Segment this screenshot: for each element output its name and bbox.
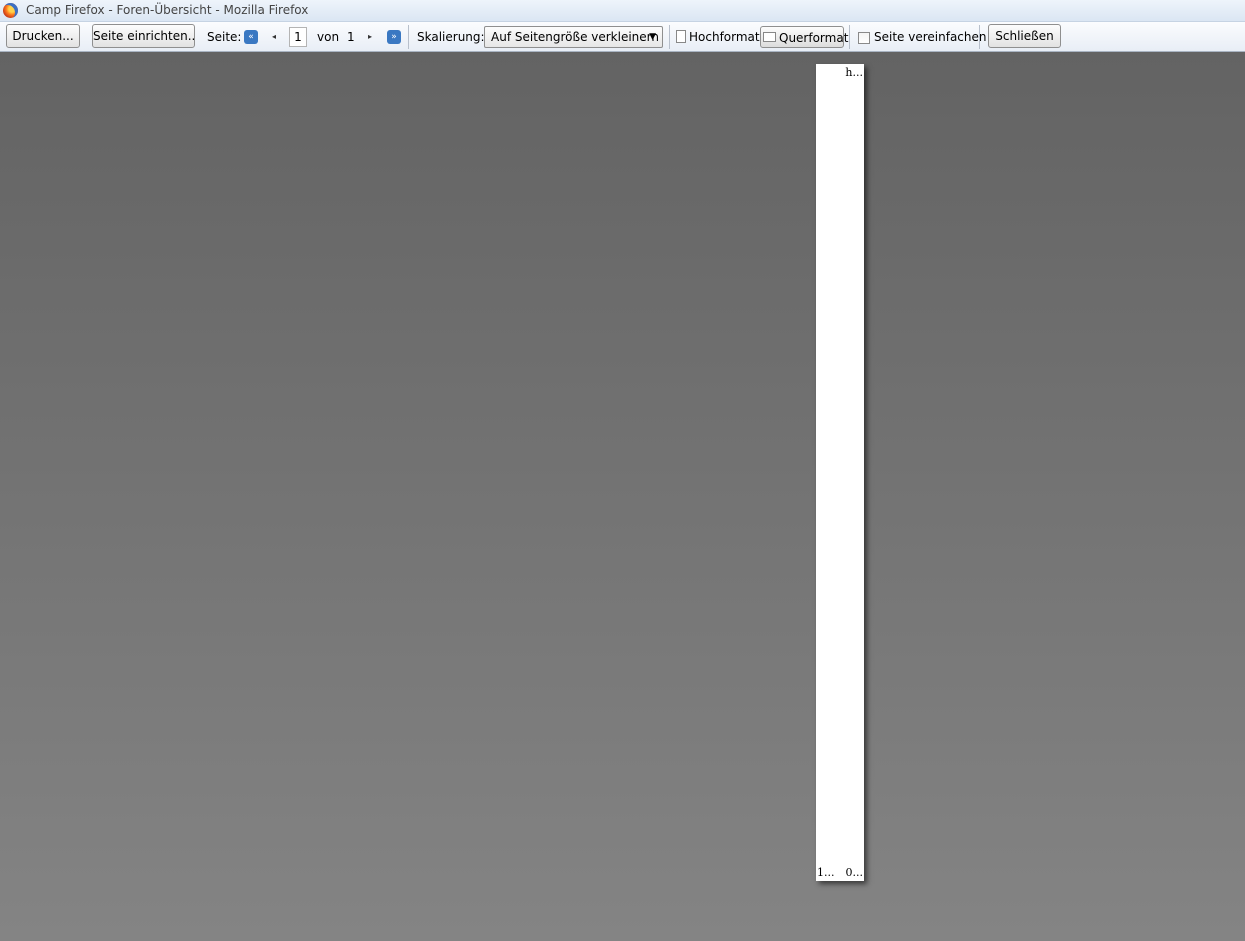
- window-titlebar: Camp Firefox - Foren-Übersicht - Mozilla…: [0, 0, 1245, 22]
- close-button[interactable]: Schließen: [988, 24, 1061, 48]
- simplify-page-label[interactable]: Seite vereinfachen: [874, 30, 986, 44]
- total-pages: 1: [347, 30, 355, 44]
- toolbar-separator: [849, 25, 850, 49]
- page-setup-button[interactable]: Seite einrichten...: [92, 24, 195, 48]
- window-title: Camp Firefox - Foren-Übersicht - Mozilla…: [26, 3, 309, 17]
- print-preview-toolbar: Drucken... Seite einrichten... Seite: « …: [0, 22, 1245, 52]
- page-header-text: h...: [845, 66, 863, 79]
- chevron-down-icon: ▼: [649, 32, 656, 42]
- first-page-icon[interactable]: «: [244, 30, 258, 44]
- landscape-label: Querformat: [779, 31, 849, 45]
- page-footer-left: 1...: [817, 866, 835, 879]
- scale-label: Skalierung:: [417, 30, 485, 44]
- page-number-input[interactable]: 1: [289, 27, 307, 47]
- of-label: von: [317, 30, 340, 44]
- scale-select[interactable]: Auf Seitengröße verkleinern ▼: [484, 26, 663, 48]
- portrait-label: Hochformat: [689, 30, 760, 44]
- next-page-icon[interactable]: ▸: [363, 30, 377, 44]
- portrait-page-icon: [676, 29, 686, 43]
- last-page-icon[interactable]: »: [387, 30, 401, 44]
- simplify-page-checkbox[interactable]: [858, 32, 870, 44]
- preview-page: h... 1... 0...: [816, 64, 864, 881]
- toolbar-separator: [408, 25, 409, 49]
- toolbar-separator: [979, 25, 980, 49]
- firefox-logo-icon: [3, 3, 18, 18]
- previous-page-icon[interactable]: ◂: [267, 30, 281, 44]
- page-label: Seite:: [207, 30, 242, 44]
- print-preview-area[interactable]: [0, 52, 1245, 941]
- scale-select-value: Auf Seitengröße verkleinern: [491, 30, 659, 44]
- landscape-option[interactable]: Querformat: [760, 26, 848, 48]
- landscape-page-icon: [763, 32, 776, 42]
- print-button[interactable]: Drucken...: [6, 24, 80, 48]
- page-footer-right: 0...: [845, 866, 864, 879]
- portrait-option[interactable]: Hochformat: [676, 26, 760, 48]
- toolbar-separator: [669, 25, 670, 49]
